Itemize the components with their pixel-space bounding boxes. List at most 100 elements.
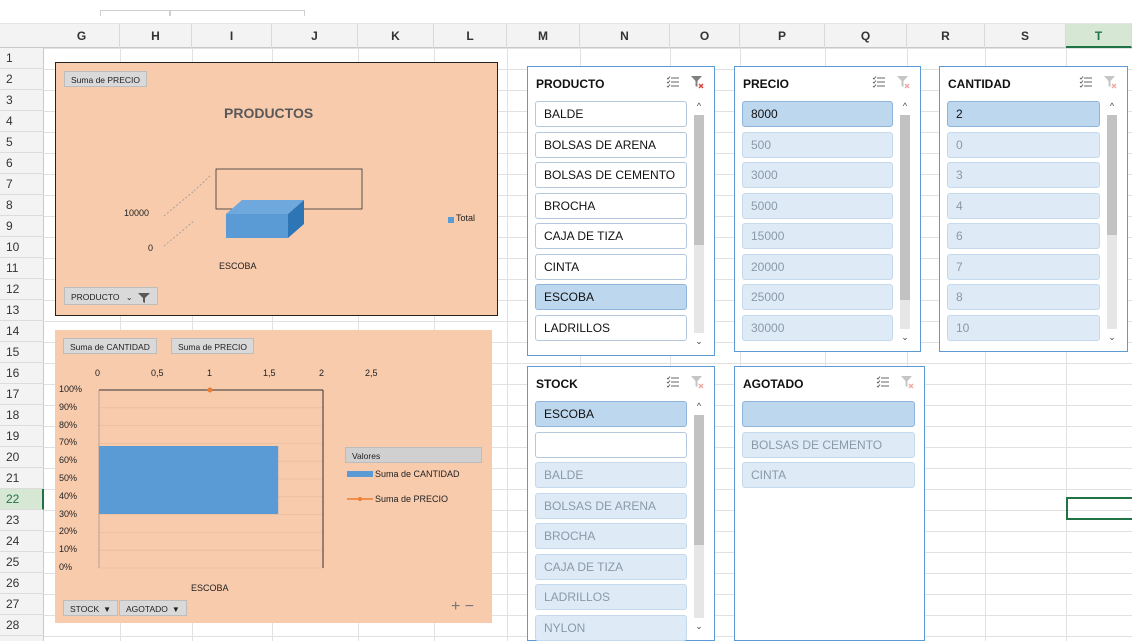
sheet-tab-edge[interactable] — [100, 10, 170, 16]
slicer-item[interactable]: BALDE — [535, 101, 687, 127]
multi-select-icon[interactable] — [666, 75, 680, 89]
slicer-item[interactable]: BROCHA — [535, 523, 687, 549]
slicer-item[interactable]: 20000 — [742, 253, 893, 280]
filter-field-button-agotado[interactable]: AGOTADO ▼ — [119, 600, 187, 616]
pivot-chart-productos[interactable]: Suma de PRECIO PRODUCTOS 10000 0 ESCOBA … — [55, 62, 498, 316]
filter-field-button-stock[interactable]: STOCK ▼ — [63, 600, 119, 616]
scroll-up-arrow-icon[interactable]: ^ — [898, 101, 912, 111]
clear-filter-icon[interactable] — [690, 75, 704, 89]
row-header-16[interactable]: 16 — [0, 363, 44, 384]
row-header-3[interactable]: 3 — [0, 90, 44, 111]
pivot-chart-stock[interactable]: Suma de CANTIDAD Suma de PRECIO 0 0,5 1 1,5… — [55, 330, 492, 623]
row-header-21[interactable]: 21 — [0, 468, 44, 489]
row-header-18[interactable]: 18 — [0, 405, 44, 426]
column-header-j[interactable]: J — [272, 24, 358, 48]
slicer-precio[interactable]: PRECIO 8000 500 3000 5000 15000 20000 25000 3000… — [734, 66, 921, 352]
slicer-agotado[interactable]: AGOTADO BOLSAS DE CEMENTO CINTA — [734, 366, 925, 641]
row-header-20[interactable]: 20 — [0, 447, 44, 468]
clear-filter-icon[interactable] — [900, 375, 914, 389]
clear-filter-icon[interactable] — [896, 75, 910, 89]
slicer-item[interactable]: BOLSAS DE CEMENTO — [742, 431, 915, 458]
multi-select-icon[interactable] — [1079, 75, 1093, 89]
row-header-1[interactable]: 1 — [0, 48, 44, 69]
column-header-l[interactable]: L — [434, 24, 507, 48]
column-header-g[interactable]: G — [44, 24, 120, 48]
slicer-scrollbar[interactable]: ^ ⌄ — [1105, 101, 1119, 343]
row-header-11[interactable]: 11 — [0, 258, 44, 279]
multi-select-icon[interactable] — [876, 375, 890, 389]
slicer-item[interactable]: 10 — [947, 314, 1100, 341]
clear-filter-icon[interactable] — [690, 375, 704, 389]
row-header-7[interactable]: 7 — [0, 174, 44, 195]
slicer-scrollbar[interactable]: ^ ⌄ — [692, 401, 706, 632]
scroll-thumb[interactable] — [694, 415, 704, 545]
column-header-h[interactable]: H — [120, 24, 192, 48]
slicer-item[interactable]: BOLSAS DE ARENA — [535, 131, 687, 158]
column-header-o[interactable]: O — [670, 24, 740, 48]
slicer-scrollbar[interactable]: ^ ⌄ — [898, 101, 912, 343]
slicer-item[interactable]: LADRILLOS — [535, 314, 687, 341]
slicer-item[interactable]: ESCOBA — [535, 284, 687, 310]
slicer-item[interactable]: CAJA DE TIZA — [535, 223, 687, 249]
slicer-item[interactable]: 2 — [947, 101, 1100, 127]
slicer-stock[interactable]: STOCK ESCOBA BALDE BOLSAS DE ARENA BROCHA CAJ… — [527, 366, 715, 641]
column-header-n[interactable]: N — [580, 24, 670, 48]
scroll-down-arrow-icon[interactable]: ⌄ — [692, 621, 706, 632]
slicer-item[interactable]: BALDE — [535, 462, 687, 488]
slicer-item[interactable]: 30000 — [742, 314, 893, 341]
slicer-item[interactable]: ESCOBA — [535, 401, 687, 427]
column-header-i[interactable]: I — [192, 24, 272, 48]
multi-select-icon[interactable] — [666, 375, 680, 389]
row-header-12[interactable]: 12 — [0, 279, 44, 300]
slicer-item[interactable]: 25000 — [742, 284, 893, 310]
row-header-23[interactable]: 23 — [0, 510, 44, 531]
dropdown-arrow-icon[interactable]: ▼ — [172, 605, 180, 614]
slicer-item[interactable] — [535, 431, 687, 458]
column-header-t[interactable]: T — [1066, 24, 1132, 48]
slicer-item[interactable]: NYLON — [535, 614, 687, 641]
slicer-item[interactable]: 8 — [947, 284, 1100, 310]
slicer-item[interactable]: 5000 — [742, 192, 893, 219]
slicer-producto[interactable]: PRODUCTO BALDE BOLSAS DE ARENA BOLSAS DE CE… — [527, 66, 715, 356]
scroll-up-arrow-icon[interactable]: ^ — [1105, 101, 1119, 111]
slicer-item[interactable]: BOLSAS DE ARENA — [535, 492, 687, 519]
legend-label[interactable]: Total — [456, 213, 475, 223]
slicer-item[interactable]: 0 — [947, 131, 1100, 158]
multi-select-icon[interactable] — [872, 75, 886, 89]
row-header-14[interactable]: 14 — [0, 321, 44, 342]
row-header-24[interactable]: 24 — [0, 531, 44, 552]
row-header-26[interactable]: 26 — [0, 573, 44, 594]
scroll-up-arrow-icon[interactable]: ^ — [692, 101, 706, 111]
row-header-22[interactable]: 22 — [0, 489, 44, 510]
scroll-thumb[interactable] — [1107, 115, 1117, 235]
active-cell[interactable] — [1066, 497, 1132, 520]
legend-label-precio[interactable]: Suma de PRECIO — [375, 494, 448, 504]
slicer-item[interactable]: 15000 — [742, 223, 893, 249]
column-header-k[interactable]: K — [358, 24, 434, 48]
scroll-down-arrow-icon[interactable]: ⌄ — [1105, 332, 1119, 343]
legend-label-cantidad[interactable]: Suma de CANTIDAD — [375, 469, 460, 479]
row-header-27[interactable]: 27 — [0, 594, 44, 615]
dropdown-arrow-icon[interactable]: ⌄ — [126, 293, 133, 302]
slicer-item[interactable]: CAJA DE TIZA — [535, 553, 687, 580]
slicer-item[interactable]: 7 — [947, 253, 1100, 280]
slicer-item[interactable]: 500 — [742, 131, 893, 158]
slicer-item[interactable]: LADRILLOS — [535, 584, 687, 610]
column-header-r[interactable]: R — [907, 24, 985, 48]
slicer-item[interactable]: 3000 — [742, 162, 893, 188]
slicer-item[interactable]: BOLSAS DE CEMENTO — [535, 162, 687, 188]
row-header-10[interactable]: 10 — [0, 237, 44, 258]
column-header-m[interactable]: M — [507, 24, 580, 48]
slicer-item[interactable]: BROCHA — [535, 192, 687, 219]
slicer-item[interactable] — [742, 401, 915, 427]
sheet-tab-edge[interactable] — [170, 10, 305, 16]
slicer-item[interactable]: 4 — [947, 192, 1100, 219]
slicer-cantidad[interactable]: CANTIDAD 2 0 3 4 6 7 8 10 ^ ⌄ — [939, 66, 1128, 352]
row-header-13[interactable]: 13 — [0, 300, 44, 321]
row-header-25[interactable]: 25 — [0, 552, 44, 573]
column-header-s[interactable]: S — [985, 24, 1066, 48]
row-header-15[interactable]: 15 — [0, 342, 44, 363]
row-header-17[interactable]: 17 — [0, 384, 44, 405]
expand-collapse-buttons[interactable]: + − — [451, 598, 474, 616]
slicer-item[interactable]: 8000 — [742, 101, 893, 127]
